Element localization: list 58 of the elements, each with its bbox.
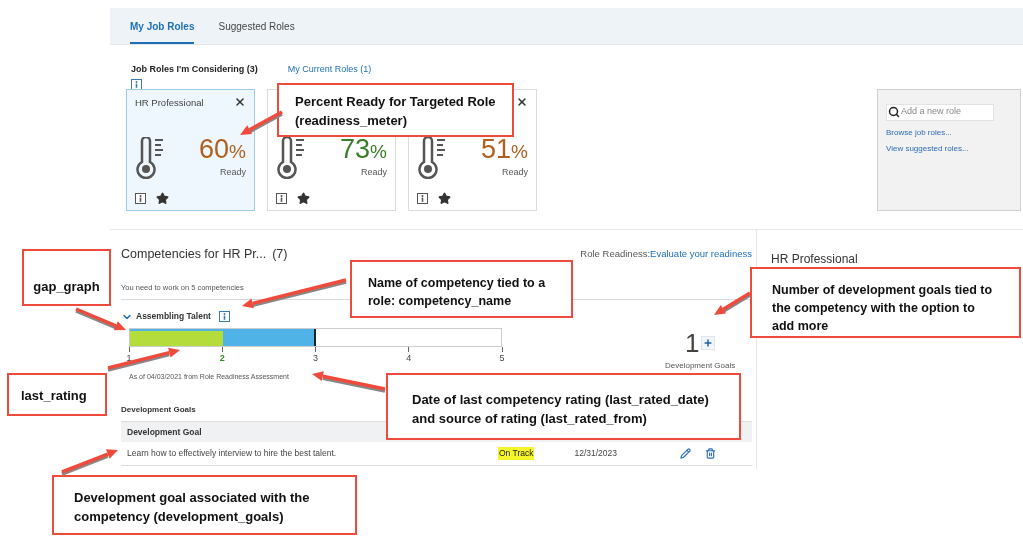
goal-count: 1 [684, 330, 700, 357]
info-icon[interactable] [276, 192, 287, 204]
role-search-input[interactable]: Add a new role [901, 105, 989, 119]
side-link[interactable]: Browse job roles... [886, 128, 1012, 137]
close-icon[interactable] [234, 95, 246, 108]
ready-label: Ready [220, 165, 246, 179]
readiness-percent: 60 [199, 135, 230, 163]
star-icon[interactable] [438, 191, 451, 205]
scale-tick: 4 [406, 352, 412, 365]
column-header: Development Goal [127, 425, 202, 439]
goal-text: Learn how to effectively interview to hire the best talent. [127, 447, 338, 460]
search-icon [888, 106, 900, 118]
percent-sign: % [370, 141, 387, 161]
ready-label: Ready [361, 165, 387, 179]
callout-text: Date of last competency rating (last_rated_date) and source of rating (last_rated_from) [412, 391, 710, 428]
scale-tick: 1 [126, 352, 132, 365]
info-icon[interactable] [131, 78, 142, 90]
callout-text: last_rating [21, 387, 87, 405]
callout-text: Name of competency tied to a role: competency_name [368, 275, 547, 311]
star-icon[interactable] [156, 191, 169, 205]
goal-count-label: Development Goals [665, 360, 736, 373]
detail-title: HR Professional [771, 251, 858, 266]
tab[interactable]: Suggested Roles [218, 8, 295, 44]
side-link[interactable]: View suggested roles... [886, 144, 1012, 153]
callout-arrow [75, 307, 126, 331]
competency-name: Assembling Talent [136, 310, 211, 323]
competencies-count: (7) [272, 245, 288, 263]
info-icon[interactable] [135, 192, 146, 204]
tab[interactable]: My Job Roles [130, 8, 195, 44]
percent-sign: % [511, 141, 528, 161]
readiness-percent: 51 [481, 135, 512, 163]
close-icon[interactable] [516, 95, 528, 108]
add-goal-button[interactable] [701, 336, 716, 351]
ready-label: Ready [502, 165, 528, 179]
delete-icon[interactable] [705, 448, 717, 459]
due-date: 12/31/2023 [574, 447, 618, 460]
role-title: HR Professional [135, 95, 204, 110]
callout-text: gap_graph [33, 278, 100, 297]
readiness-percent: 73 [340, 135, 371, 163]
scale-tick: 3 [313, 352, 318, 365]
readiness-label: Role Readiness: [580, 247, 651, 261]
scale-tick: 5 [499, 352, 505, 365]
callout-text: Number of development goals tied to the competency with the option to add more [772, 282, 994, 336]
star-icon[interactable] [297, 191, 310, 205]
role-list-link[interactable]: My Current Roles (1) [287, 63, 372, 77]
goals-heading: Development Goals [121, 404, 197, 416]
search-field[interactable]: Add a new role [886, 103, 994, 121]
info-icon[interactable] [417, 192, 428, 204]
competencies-title: Competencies for HR Pr... [121, 245, 267, 263]
evaluate-link[interactable]: Evaluate your readiness [650, 247, 752, 262]
info-icon[interactable] [218, 311, 230, 323]
role-card[interactable]: HR Professional 60% Ready [126, 88, 255, 211]
callout-text: Development goal associated with the competency (development_goals) [74, 489, 311, 526]
edit-icon[interactable] [680, 448, 692, 459]
status-badge: On Track [498, 447, 535, 460]
role-list-heading: Job Roles I'm Considering (3) [131, 63, 258, 76]
scale-tick: 2 [219, 352, 225, 365]
percent-sign: % [229, 141, 246, 161]
